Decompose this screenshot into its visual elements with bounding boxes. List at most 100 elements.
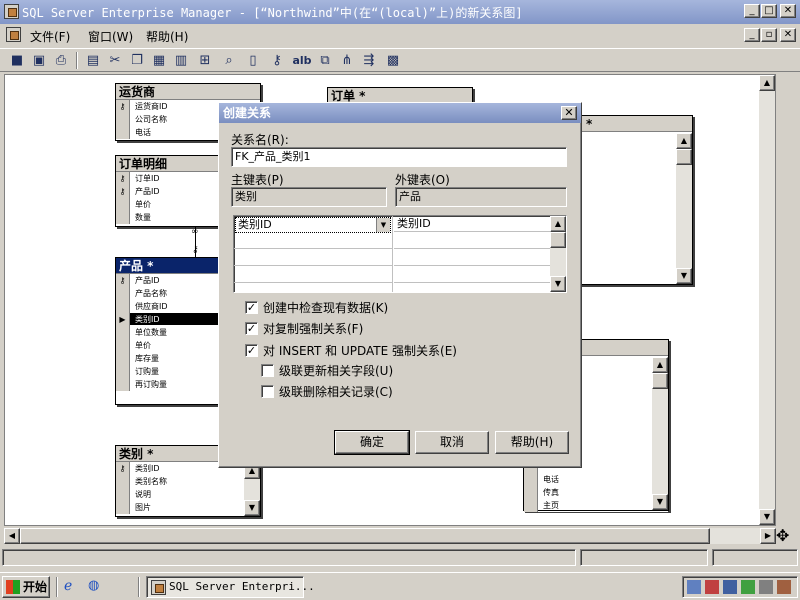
table-title: 运货商 (116, 84, 260, 100)
copy-icon[interactable]: ❐ (128, 52, 146, 69)
foreign-key-column-cell[interactable]: 类别ID (394, 216, 550, 232)
table-scrollbar[interactable]: ▲ ▼ (676, 133, 692, 284)
taskbar-enterprise-manager[interactable]: SQL Server Enterpri... (146, 576, 315, 598)
scroll-up-button[interactable]: ▲ (759, 75, 775, 91)
properties-icon[interactable]: ▣ (30, 52, 48, 69)
cascade-update-checkbox[interactable] (261, 364, 274, 377)
enforce-replication-checkbox[interactable]: ✓ (245, 322, 258, 335)
table-title: 产品 * (116, 258, 220, 274)
mdi-minimize-button[interactable]: _ (744, 28, 760, 42)
table-scrollbar[interactable]: ▲ ▼ (244, 463, 260, 516)
grid-scrollbar[interactable]: ▲ ▼ (550, 216, 566, 292)
add-table-icon[interactable]: ▤ (84, 52, 102, 69)
table-products[interactable]: 产品 * ⚷ 产品ID 产品名称 供应商ID ▶ 类别ID 单位数量 单价 库存量 … (115, 257, 221, 405)
table-row[interactable]: 产品名称 (116, 287, 220, 300)
scroll-right-button[interactable]: ▶ (760, 528, 776, 544)
infinity-icon: ∞ (191, 227, 199, 237)
dialog-title: 创建关系 (219, 103, 581, 123)
chevron-down-icon[interactable]: ▼ (376, 218, 390, 232)
minimize-icon: _ (749, 5, 755, 16)
ok-button[interactable]: 确定 (334, 430, 410, 455)
primary-key-table-field: 类别 (231, 187, 387, 207)
cancel-button[interactable]: 取消 (415, 431, 489, 454)
cascade-delete-checkbox[interactable] (261, 385, 274, 398)
relationships-icon[interactable]: ⋔ (338, 52, 356, 69)
security-icon[interactable] (705, 580, 719, 594)
language-icon[interactable] (777, 580, 791, 594)
arrange-tables-icon[interactable]: ⧉ (316, 52, 334, 69)
check-existing-data-label: 创建中检查现有数据(K) (263, 301, 389, 315)
table-row[interactable]: 说明 (116, 488, 260, 501)
table-row[interactable]: 订购量 (116, 365, 220, 378)
scroll-left-button[interactable]: ◀ (4, 528, 20, 544)
paste-icon[interactable]: ▦ (150, 52, 168, 69)
table-row-selected[interactable]: ▶ 类别ID (116, 313, 220, 326)
print-icon[interactable]: ⎙ (52, 52, 70, 69)
status-bar (0, 546, 800, 568)
enterprise-manager-icon[interactable] (4, 4, 19, 19)
show-relationship-labels-icon[interactable]: ⇶ (360, 52, 378, 69)
system-tray (682, 576, 798, 598)
monitor-icon[interactable] (723, 580, 737, 594)
relationship-name-input[interactable]: FK_产品_类别1 (231, 147, 567, 167)
foreign-key-table-field: 产品 (395, 187, 567, 207)
table-row[interactable]: 库存量 (116, 352, 220, 365)
help-button[interactable]: 帮助(H) (495, 431, 569, 454)
add-related-icon[interactable]: ⊞ (196, 52, 214, 69)
dialog-close-button[interactable]: ✕ (561, 106, 577, 120)
row-pointer-icon: ▶ (116, 313, 130, 326)
outlook-icon[interactable]: ◍ (88, 578, 99, 593)
table-scrollbar[interactable]: ▲ ▼ (652, 357, 668, 510)
cascade-update-label: 级联更新相关字段(U) (279, 364, 394, 378)
table-row[interactable]: 图片 (116, 501, 260, 514)
table-row[interactable]: 再订购量 (116, 378, 220, 391)
status-panel (2, 549, 576, 566)
relationship-name-label: 关系名(R): (231, 133, 289, 147)
table-row[interactable]: 供应商ID (116, 300, 220, 313)
enforce-insert-update-checkbox[interactable]: ✓ (245, 344, 258, 357)
page-breaks-icon[interactable]: ▩ (384, 52, 402, 69)
table-row[interactable]: 单位数量 (116, 326, 220, 339)
scroll-down-button[interactable]: ▼ (759, 509, 775, 525)
cut-icon[interactable]: ✂ (106, 52, 124, 69)
canvas-horizontal-scrollbar[interactable]: ◀ ▶ (4, 528, 776, 544)
new-table-icon[interactable]: ▥ (172, 52, 190, 69)
foreign-key-table-label: 外键表(O) (395, 173, 450, 187)
table-row[interactable]: ⚷ 产品ID (116, 274, 220, 287)
table-row[interactable]: 电话 (524, 473, 668, 486)
key-icon: ⚷ (116, 462, 130, 475)
key-icon: ⚷ (116, 100, 130, 113)
network-icon[interactable] (687, 580, 701, 594)
key-end-icon: ⚷ (192, 245, 199, 255)
text-annotation-button[interactable]: alb (292, 52, 312, 69)
layout-icon[interactable]: ▯ (244, 52, 262, 69)
table-row[interactable]: 类别名称 (116, 475, 260, 488)
internet-explorer-icon[interactable]: ℯ (64, 578, 72, 594)
minimize-button[interactable]: _ (744, 4, 760, 18)
menu-help[interactable]: 帮助(H) (146, 28, 188, 45)
menu-file[interactable]: 文件(F) (30, 28, 70, 45)
start-button[interactable]: 开始 (2, 576, 50, 598)
table-row[interactable]: 传真 (524, 486, 668, 499)
canvas-vertical-scrollbar[interactable]: ▲ ▼ (759, 75, 775, 525)
mdi-close-button[interactable]: ✕ (780, 28, 796, 42)
save-icon[interactable]: ■ (8, 52, 26, 69)
mdi-restore-button[interactable]: ▫ (761, 28, 777, 42)
menu-window[interactable]: 窗口(W) (88, 28, 133, 45)
create-relationship-dialog[interactable]: 创建关系 ✕ 关系名(R): FK_产品_类别1 主键表(P) 外键表(O) 类… (218, 102, 582, 468)
table-row[interactable]: 单价 (116, 339, 220, 352)
status-panel (712, 549, 798, 566)
scroll-thumb[interactable] (20, 528, 710, 544)
close-button[interactable]: ✕ (780, 4, 796, 18)
title-bar: SQL Server Enterprise Manager - [“Northw… (0, 0, 800, 24)
sql-service-icon[interactable] (741, 580, 755, 594)
check-existing-data-checkbox[interactable]: ✓ (245, 301, 258, 314)
zoom-icon[interactable]: ⌕ (220, 52, 238, 69)
primary-key-column-combo[interactable]: 类别ID ▼ (235, 217, 391, 233)
document-icon[interactable] (6, 27, 21, 42)
table-row[interactable]: 主页 (524, 499, 668, 512)
volume-icon[interactable] (759, 580, 773, 594)
restore-button[interactable]: □ (761, 4, 777, 18)
primary-key-icon[interactable]: ⚷ (268, 52, 286, 69)
column-mapping-grid[interactable]: 类别ID ▼ 类别ID ▲ ▼ (233, 215, 567, 293)
